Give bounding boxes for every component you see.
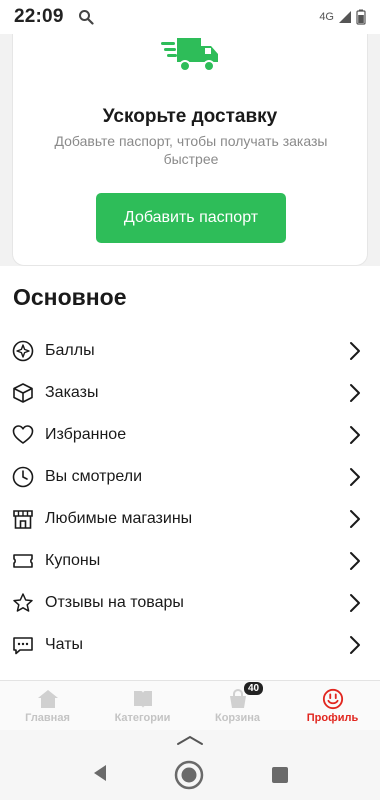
star-icon xyxy=(13,593,33,612)
store-icon xyxy=(13,510,33,529)
menu-item-label: Отзывы на товары xyxy=(45,594,184,611)
menu-item-label: Избранное xyxy=(45,426,127,443)
status-time: 22:09 xyxy=(14,6,64,27)
menu-item-chats[interactable]: Чаты xyxy=(0,624,380,666)
profile-content[interactable]: Ускорьте доставку Добавьте паспорт, чтоб… xyxy=(0,34,380,680)
bottom-navigation: Главная Категории 40 Корзина Профиль xyxy=(0,680,380,730)
catalog-icon xyxy=(133,690,152,708)
recent-apps-icon[interactable] xyxy=(272,767,288,783)
battery-icon xyxy=(356,9,366,25)
system-navigation-bar xyxy=(0,730,380,800)
menu-item-label: Чаты xyxy=(45,636,84,653)
menu-item-label: Вы смотрели xyxy=(45,468,143,485)
status-bar: 22:09 4G xyxy=(0,0,380,34)
box-icon xyxy=(13,383,33,403)
clock-icon xyxy=(12,466,34,488)
nav-home[interactable]: Главная xyxy=(0,681,95,730)
menu-item-orders[interactable]: Заказы xyxy=(0,372,380,414)
nav-label: Главная xyxy=(25,711,70,724)
fast-delivery-truck-icon xyxy=(161,38,218,72)
back-icon[interactable] xyxy=(92,764,108,782)
menu-item-label: Купоны xyxy=(45,552,101,569)
nav-categories[interactable]: Категории xyxy=(95,681,190,730)
chevron-right-icon xyxy=(350,384,360,402)
menu-item-viewed[interactable]: Вы смотрели xyxy=(0,456,380,498)
profile-icon xyxy=(322,688,343,709)
menu-item-label: Баллы xyxy=(45,342,95,359)
menu-item-reviews[interactable]: Отзывы на товары xyxy=(0,582,380,624)
promo-title: Ускорьте доставку xyxy=(102,106,278,127)
nav-label: Категории xyxy=(114,711,171,724)
search-icon xyxy=(78,10,94,25)
home-button-icon[interactable] xyxy=(174,760,204,790)
add-passport-button[interactable]: Добавить паспорт xyxy=(96,193,286,243)
main-section: Основное Баллы Заказы Избранное Вы смотр… xyxy=(0,266,380,680)
chevron-right-icon xyxy=(350,468,360,486)
menu-item-favorites[interactable]: Избранное xyxy=(0,414,380,456)
home-icon xyxy=(37,689,58,708)
menu-item-label: Любимые магазины xyxy=(45,510,193,527)
menu-item-coupons[interactable]: Купоны xyxy=(0,540,380,582)
heart-icon xyxy=(12,425,34,444)
signal-icon xyxy=(339,11,351,23)
nav-label: Профиль xyxy=(306,711,359,724)
chevron-right-icon xyxy=(350,342,360,360)
chevron-up-icon[interactable] xyxy=(175,734,205,746)
menu-item-favorite-stores[interactable]: Любимые магазины xyxy=(0,498,380,540)
delivery-promo-card: Ускорьте доставку Добавьте паспорт, чтоб… xyxy=(12,34,368,266)
promo-subtitle: Добавьте паспорт, чтобы получать заказы … xyxy=(54,133,328,167)
chevron-right-icon xyxy=(350,594,360,612)
nav-profile[interactable]: Профиль xyxy=(285,681,380,730)
points-icon xyxy=(12,340,34,362)
nav-cart[interactable]: 40 Корзина xyxy=(190,681,285,730)
nav-label: Корзина xyxy=(215,711,260,724)
status-indicators: 4G xyxy=(319,9,366,25)
menu-item-label: Заказы xyxy=(45,384,99,401)
network-type: 4G xyxy=(319,11,334,23)
cart-count-badge: 40 xyxy=(244,682,264,695)
chevron-right-icon xyxy=(350,510,360,528)
chat-icon xyxy=(13,637,33,655)
menu-item-points[interactable]: Баллы xyxy=(0,330,380,372)
main-menu-list: Баллы Заказы Избранное Вы смотрели Любим… xyxy=(0,330,380,666)
chevron-right-icon xyxy=(350,426,360,444)
section-title: Основное xyxy=(13,284,127,310)
chevron-right-icon xyxy=(350,636,360,654)
chevron-right-icon xyxy=(350,552,360,570)
coupon-icon xyxy=(13,554,33,568)
